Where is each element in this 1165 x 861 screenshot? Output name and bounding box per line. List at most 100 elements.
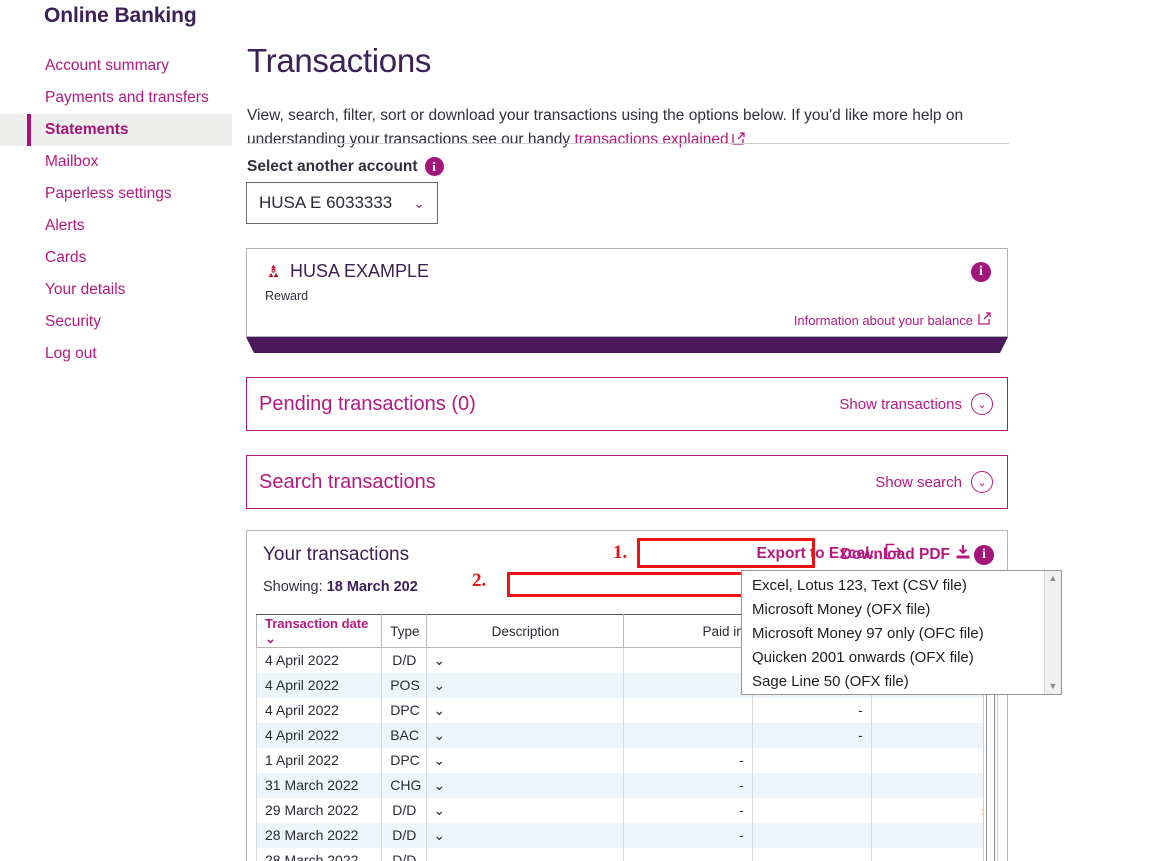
column-header-transaction-date[interactable]: Transaction date ⌄ [255,614,383,648]
cell-description[interactable]: ⌄ [426,847,625,861]
sidebar-item-payments-and-transfers[interactable]: Payments and transfers [0,82,232,114]
scroll-up-icon[interactable]: ▲ [1049,574,1058,583]
bank-logo-icon [265,263,282,280]
page-title: Transactions [247,42,432,80]
your-transactions-heading: Your transactions [263,544,410,565]
cell-paid-in: - [623,822,753,848]
cell-balance [870,772,994,798]
show-pending-transactions-label: Show transactions [839,395,962,413]
cell-type: D/D [381,797,428,823]
cell-description[interactable]: ⌄ [426,672,625,698]
sidebar-item-cards[interactable]: Cards [0,242,232,274]
table-row[interactable]: 29 March 2022 D/D ⌄ - : [255,797,994,823]
cell-paid-in [623,672,753,698]
account-card-info-icon[interactable]: i [971,262,991,282]
expand-row-chevron-icon: ⌄ [433,751,446,768]
table-row[interactable]: 4 April 2022 DPC ⌄ - [255,697,994,723]
intro-text: View, search, filter, sort or download y… [247,104,1007,153]
cell-balance [870,747,994,773]
sidebar-item-log-out[interactable]: Log out [0,338,232,370]
sidebar-item-your-details[interactable]: Your details [0,274,232,306]
sidebar-item-alerts[interactable]: Alerts [0,210,232,242]
table-row[interactable]: 28 March 2022 D/D ⌄ - [255,822,994,848]
cell-type: BAC [381,722,428,748]
showing-value: 18 March 202 [326,579,418,595]
export-format-option-sage[interactable]: Sage Line 50 (OFX file) [742,670,1044,694]
table-row[interactable]: 31 March 2022 CHG ⌄ - [255,772,994,798]
cell-paid-in [623,697,753,723]
sidebar-item-mailbox[interactable]: Mailbox [0,146,232,178]
account-select-dropdown[interactable]: HUSA E 6033333 ⌄ [246,182,438,224]
pending-transactions-panel[interactable]: Pending transactions (0) Show transactio… [246,377,1008,431]
expand-row-chevron-icon: ⌄ [433,826,446,843]
cell-paid-out [751,847,872,861]
table-row[interactable]: 4 April 2022 BAC ⌄ - [255,722,994,748]
download-pdf-label: Download PDF [840,545,950,563]
sidebar-item-statements[interactable]: Statements [0,114,232,146]
cell-balance [870,847,994,861]
chevron-down-icon: ⌄ [413,194,425,211]
cell-date: 29 March 2022 [255,797,383,823]
balance-information-link[interactable]: Information about your balance [794,312,991,328]
cell-date: 4 April 2022 [255,697,383,723]
annotation-step-2: 2. [472,570,487,591]
account-card-name: HUSA EXAMPLE [290,261,430,281]
sidebar-item-security[interactable]: Security [0,306,232,338]
column-label: Transaction date [265,615,369,631]
export-format-option-ms-money[interactable]: Microsoft Money (OFX file) [742,598,1044,622]
cell-description[interactable]: ⌄ [426,747,625,773]
cell-description[interactable]: ⌄ [426,772,625,798]
cell-balance: : [870,797,994,823]
expand-row-chevron-icon: ⌄ [433,701,446,718]
table-row[interactable]: 1 April 2022 DPC ⌄ - [255,747,994,773]
search-transactions-panel[interactable]: Search transactions Show search ⌄ [246,455,1008,509]
cell-date: 28 March 2022 [255,847,383,861]
show-search-label: Show search [875,473,962,491]
expand-row-chevron-icon: ⌄ [433,651,446,668]
expand-row-chevron-icon: ⌄ [433,801,446,818]
export-dropdown-scrollbar[interactable]: ▲ ▼ [1044,571,1061,694]
external-link-icon [732,129,745,153]
cell-date: 4 April 2022 [255,672,383,698]
sidebar-item-account-summary[interactable]: Account summary [0,50,232,82]
expand-row-chevron-icon: ⌄ [433,676,446,693]
cell-description[interactable]: ⌄ [426,797,625,823]
showing-range: Showing: 18 March 202 [263,579,418,595]
column-header-paid-in[interactable]: Paid in [623,614,753,648]
cell-description[interactable]: ⌄ [426,697,625,723]
chevron-down-icon: ⌄ [971,393,993,415]
balance-information-label: Information about your balance [793,312,973,328]
show-search-button[interactable]: Show search ⌄ [875,471,993,493]
cell-paid-out [751,822,872,848]
chevron-down-icon: ⌄ [971,471,993,493]
select-account-info-icon[interactable]: i [424,157,444,176]
scroll-down-icon[interactable]: ▼ [1049,682,1058,691]
cell-description[interactable]: ⌄ [426,722,625,748]
column-header-description[interactable]: Description [426,614,625,648]
search-transactions-title: Search transactions [259,470,436,493]
export-format-option-ms-money-97[interactable]: Microsoft Money 97 only (OFC file) [742,622,1044,646]
cell-paid-in [623,847,753,861]
transactions-info-icon[interactable]: i [974,545,994,565]
column-header-type[interactable]: Type [381,614,428,648]
showing-label: Showing: [263,579,327,595]
pending-transactions-title: Pending transactions (0) [259,392,476,415]
export-format-dropdown[interactable]: Excel, Lotus 123, Text (CSV file) Micros… [741,570,1062,695]
cell-description[interactable]: ⌄ [426,822,625,848]
expand-row-chevron-icon: ⌄ [433,776,446,793]
download-pdf-button[interactable]: Download PDF [841,544,971,565]
sidebar-item-paperless-settings[interactable]: Paperless settings [0,178,232,210]
account-card-subtitle: Reward [265,289,309,303]
table-row[interactable]: 28 March 2022 D/D ⌄ [255,847,994,861]
cell-type: CHG [381,772,428,798]
expand-row-chevron-icon: ⌄ [433,851,446,861]
cell-date: 4 April 2022 [255,722,383,748]
export-format-option-quicken[interactable]: Quicken 2001 onwards (OFX file) [742,646,1044,670]
cell-date: 1 April 2022 [255,747,383,773]
cell-paid-in: - [623,747,753,773]
export-format-option-csv[interactable]: Excel, Lotus 123, Text (CSV file) [742,574,1044,598]
cell-description[interactable]: ⌄ [426,647,625,673]
transactions-explained-link[interactable]: transactions explained [574,131,728,148]
cell-paid-in [623,722,753,748]
show-pending-transactions-button[interactable]: Show transactions ⌄ [839,393,993,415]
